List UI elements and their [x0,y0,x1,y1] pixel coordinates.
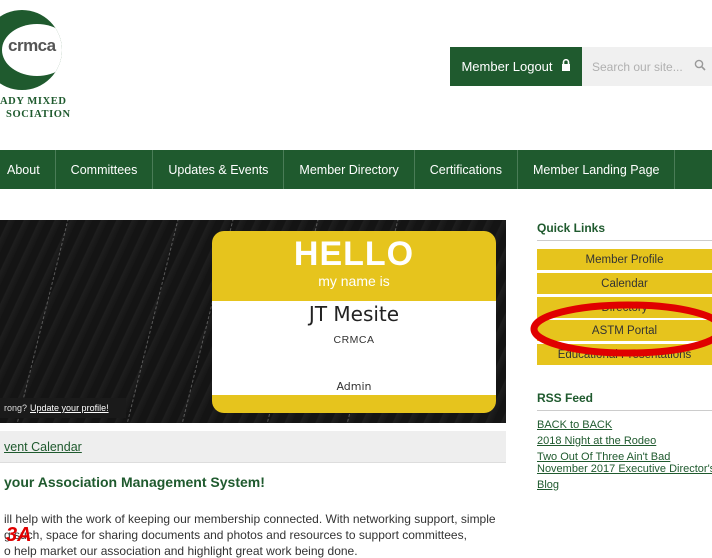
rss-link[interactable]: 2018 Night at the Rodeo [537,435,656,447]
welcome-heading: your Association Management System! [4,474,265,490]
quick-link-member-profile[interactable]: Member Profile [537,249,712,270]
rss-link[interactable]: Blog [537,479,559,491]
rss-link[interactable]: November 2017 Executive Director's [537,463,712,475]
member-logout-label: Member Logout [461,59,553,74]
logo-subtitle-line-1: ADY MIXED [0,96,67,107]
logo-subtitle-line-2: SOCIATION [6,109,71,120]
search-icon[interactable] [694,59,706,74]
nav-item-certifications[interactable]: Certifications [415,150,518,189]
event-calendar-bar: vent Calendar [0,431,506,463]
quick-links-heading: Quick Links [537,221,606,235]
nav-item-member-landing-page[interactable]: Member Landing Page [518,150,676,189]
event-calendar-link[interactable]: vent Calendar [4,440,82,454]
nav-item-updates-events[interactable]: Updates & Events [153,150,285,189]
annotation-label: 3A [6,524,32,546]
rss-feed-divider [537,410,712,411]
member-logout-button[interactable]: Member Logout [450,47,582,86]
welcome-body-line: o help market our association and highli… [4,544,358,558]
nav-item-member-directory[interactable]: Member Directory [284,150,415,189]
update-profile-strip: rong? Update your profile! [0,398,126,418]
logo-text: crmca [8,36,56,55]
nav-item-about[interactable]: About [0,150,56,189]
rss-link[interactable]: BACK to BACK [537,419,612,431]
badge-role: Admin [336,380,372,393]
search-input[interactable] [590,58,690,75]
welcome-body-line: ill help with the work of keeping our me… [4,512,496,526]
badge-my-name-is-text: my name is [318,273,390,289]
main-nav: About Committees Updates & Events Member… [0,150,712,189]
quick-links-divider [537,240,712,241]
quick-link-calendar[interactable]: Calendar [537,273,712,294]
lock-icon [561,58,571,74]
rss-link[interactable]: Two Out Of Three Ain't Bad [537,451,670,463]
update-profile-link[interactable]: Update your profile! [30,403,109,413]
nav-item-committees[interactable]: Committees [56,150,154,189]
highlight-circle-annotation [530,301,712,357]
update-profile-prefix: rong? [4,403,28,413]
welcome-body-line: g such, space for sharing documents and … [4,528,467,542]
search-box [582,47,712,86]
rss-feed-heading: RSS Feed [537,391,594,405]
badge-organization: CRMCA [333,334,375,346]
badge-hello-text: HELLO [293,235,415,273]
badge-member-name: JT Mesite [308,302,400,326]
